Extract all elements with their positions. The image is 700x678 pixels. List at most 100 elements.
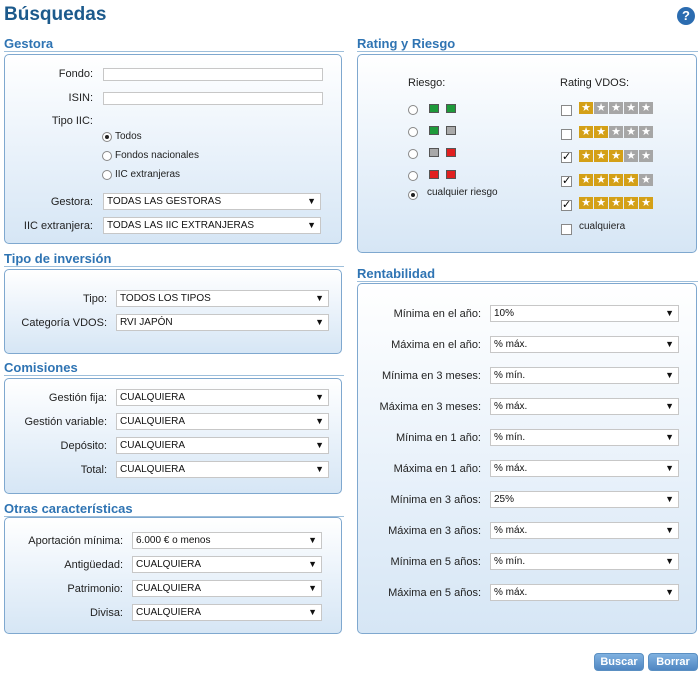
min-3-anos-select[interactable]: 25% ▼ xyxy=(490,491,679,508)
section-title-otras: Otras características xyxy=(4,501,133,516)
risk-red-indicator xyxy=(446,148,456,157)
tipo-select[interactable]: TODOS LOS TIPOS ▼ xyxy=(116,290,329,307)
page-title: Búsquedas xyxy=(4,4,107,25)
tipo-iic-radio-extranjeras[interactable] xyxy=(102,170,112,180)
chevron-down-icon: ▼ xyxy=(665,463,674,473)
max-1-ano-label: Máxima en 1 año: xyxy=(393,463,481,475)
section-divider xyxy=(357,51,698,52)
chevron-down-icon: ▼ xyxy=(665,556,674,566)
categoria-label: Categoría VDOS: xyxy=(21,317,107,329)
max-3-meses-select-value: % máx. xyxy=(494,401,528,412)
rating-any-label: cualquiera xyxy=(579,221,626,232)
tipo-iic-label: Tipo IIC: xyxy=(51,115,93,127)
riesgo-radio-1[interactable] xyxy=(408,105,418,115)
max-1-ano-select[interactable]: % máx. ▼ xyxy=(490,460,679,477)
section-divider xyxy=(357,281,698,282)
chevron-down-icon: ▼ xyxy=(665,587,674,597)
total-select-value: CUALQUIERA xyxy=(120,464,186,475)
tipo-select-value: TODOS LOS TIPOS xyxy=(120,293,211,304)
max-3-meses-select[interactable]: % máx. ▼ xyxy=(490,398,679,415)
divisa-select[interactable]: CUALQUIERA ▼ xyxy=(132,604,322,621)
star-filled-icon: ★ xyxy=(594,126,608,138)
antiguedad-select[interactable]: CUALQUIERA ▼ xyxy=(132,556,322,573)
rating-header: Rating VDOS: xyxy=(560,77,630,89)
star-filled-icon: ★ xyxy=(609,174,623,186)
rating-checkbox-4[interactable]: ✓ xyxy=(561,176,572,187)
chevron-down-icon: ▼ xyxy=(315,440,324,450)
isin-input[interactable] xyxy=(103,92,323,105)
riesgo-header: Riesgo: xyxy=(408,77,446,89)
iic-extranjera-label: IIC extranjera: xyxy=(23,220,93,232)
rating-checkbox-cualquiera[interactable] xyxy=(561,224,572,235)
max-1-ano-select-value: % máx. xyxy=(494,463,528,474)
deposito-select[interactable]: CUALQUIERA ▼ xyxy=(116,437,329,454)
chevron-down-icon: ▼ xyxy=(308,583,317,593)
aportacion-select[interactable]: 6.000 € o menos ▼ xyxy=(132,532,322,549)
gestion-fija-select[interactable]: CUALQUIERA ▼ xyxy=(116,389,329,406)
chevron-down-icon: ▼ xyxy=(665,401,674,411)
star-empty-icon: ★ xyxy=(624,102,638,114)
riesgo-radio-3[interactable] xyxy=(408,149,418,159)
riesgo-radio-2[interactable] xyxy=(408,127,418,137)
riesgo-radio-cualquier[interactable] xyxy=(408,190,418,200)
section-title-gestora: Gestora xyxy=(4,36,54,51)
rating-stars-2: ★ ★ ★ ★ ★ xyxy=(579,126,654,138)
clear-button[interactable]: Borrar xyxy=(648,653,698,671)
total-select[interactable]: CUALQUIERA ▼ xyxy=(116,461,329,478)
section-title-rentabilidad: Rentabilidad xyxy=(357,266,436,281)
rating-checkbox-2[interactable] xyxy=(561,129,572,140)
min-ano-select[interactable]: 10% ▼ xyxy=(490,305,679,322)
min-3-meses-select[interactable]: % mín. ▼ xyxy=(490,367,679,384)
min-3-anos-label: Mínima en 3 años: xyxy=(390,494,482,506)
divisa-label: Divisa: xyxy=(89,607,123,619)
rating-checkbox-5[interactable]: ✓ xyxy=(561,200,572,211)
tipo-inversion-panel: Tipo: TODOS LOS TIPOS ▼ Categoría VDOS: R… xyxy=(4,269,342,354)
rating-panel: Riesgo: Rating VDOS: cualquier riesgo ★ ★… xyxy=(357,54,697,253)
chevron-down-icon: ▼ xyxy=(308,559,317,569)
max-3-anos-select[interactable]: % máx. ▼ xyxy=(490,522,679,539)
tipo-iic-radio-todos[interactable] xyxy=(102,132,112,142)
help-icon[interactable]: ? xyxy=(677,7,695,25)
riesgo-any-label: cualquier riesgo xyxy=(427,187,498,198)
chevron-down-icon: ▼ xyxy=(307,196,316,206)
tipo-iic-radio-nacionales[interactable] xyxy=(102,151,112,161)
max-ano-select[interactable]: % máx. ▼ xyxy=(490,336,679,353)
chevron-down-icon: ▼ xyxy=(665,370,674,380)
star-empty-icon: ★ xyxy=(594,102,608,114)
rating-checkbox-3[interactable]: ✓ xyxy=(561,152,572,163)
chevron-down-icon: ▼ xyxy=(665,432,674,442)
rating-checkbox-1[interactable] xyxy=(561,105,572,116)
star-filled-icon: ★ xyxy=(639,197,653,209)
search-button[interactable]: Buscar xyxy=(594,653,644,671)
section-title-rating: Rating y Riesgo xyxy=(357,36,456,51)
divisa-select-value: CUALQUIERA xyxy=(136,607,202,618)
min-1-ano-select-value: % mín. xyxy=(494,432,526,443)
aportacion-label: Aportación mínima: xyxy=(28,535,123,547)
chevron-down-icon: ▼ xyxy=(665,308,674,318)
min-1-ano-select[interactable]: % mín. ▼ xyxy=(490,429,679,446)
max-ano-label: Máxima en el año: xyxy=(391,339,481,351)
min-5-anos-select[interactable]: % mín. ▼ xyxy=(490,553,679,570)
chevron-down-icon: ▼ xyxy=(308,607,317,617)
patrimonio-select[interactable]: CUALQUIERA ▼ xyxy=(132,580,322,597)
fondo-label: Fondo: xyxy=(58,68,93,80)
iic-extranjera-select-value: TODAS LAS IIC EXTRANJERAS xyxy=(107,220,255,231)
max-3-anos-select-value: % máx. xyxy=(494,525,528,536)
risk-green-indicator xyxy=(446,104,456,113)
star-filled-icon: ★ xyxy=(579,150,593,162)
max-5-anos-select[interactable]: % máx. ▼ xyxy=(490,584,679,601)
isin-label: ISIN: xyxy=(68,92,93,104)
gestion-fija-label: Gestión fija: xyxy=(48,392,107,404)
categoria-select[interactable]: RVI JAPÓN ▼ xyxy=(116,314,329,331)
max-5-anos-select-value: % máx. xyxy=(494,587,528,598)
riesgo-radio-4[interactable] xyxy=(408,171,418,181)
gestion-variable-select[interactable]: CUALQUIERA ▼ xyxy=(116,413,329,430)
chevron-down-icon: ▼ xyxy=(315,317,324,327)
fondo-input[interactable] xyxy=(103,68,323,81)
gestora-select[interactable]: TODAS LAS GESTORAS ▼ xyxy=(103,193,321,210)
iic-extranjera-select[interactable]: TODAS LAS IIC EXTRANJERAS ▼ xyxy=(103,217,321,234)
risk-grey-indicator xyxy=(429,148,439,157)
tipo-iic-option-label: Fondos nacionales xyxy=(115,150,199,161)
max-ano-select-value: % máx. xyxy=(494,339,528,350)
section-title-tipo-inversion: Tipo de inversión xyxy=(4,251,112,266)
